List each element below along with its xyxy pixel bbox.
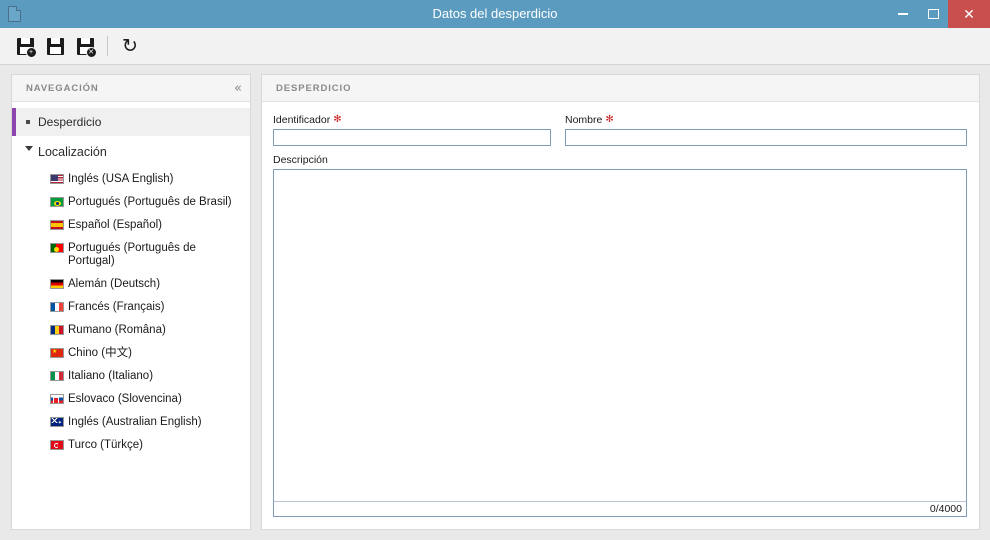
- minimize-button[interactable]: [888, 0, 918, 28]
- language-label: Eslovaco (Slovencina): [68, 393, 182, 405]
- navigation-sidebar: NAVEGACIÓN « Desperdicio Localización In…: [11, 74, 251, 530]
- nombre-label-text: Nombre: [565, 114, 603, 126]
- descripcion-field-group: Descripción 0/4000: [273, 154, 967, 517]
- identificador-label: Identificador ✻: [273, 114, 551, 126]
- content-panel: DESPERDICIO Identificador ✻ Nombre ✻ Des…: [261, 74, 980, 530]
- floppy-disk-icon: [46, 37, 64, 55]
- window-controls: ✕: [888, 0, 990, 28]
- language-label: Italiano (Italiano): [68, 370, 154, 382]
- sidebar-item-language[interactable]: Italiano (Italiano): [12, 365, 250, 388]
- language-list: Inglés (USA English) Portugués (Portuguê…: [12, 168, 250, 457]
- flag-icon-turkey: [50, 440, 64, 450]
- sidebar-group-localizacion[interactable]: Localización: [12, 136, 250, 168]
- sidebar-title: NAVEGACIÓN: [26, 82, 99, 94]
- maximize-button[interactable]: [918, 0, 948, 28]
- maximize-icon: [927, 9, 939, 19]
- flag-icon-usa: [50, 174, 64, 184]
- required-marker-icon: ✻: [333, 114, 342, 125]
- nombre-field-group: Nombre ✻: [565, 114, 967, 146]
- sidebar-item-language[interactable]: Portugués (Português de Portugal): [12, 237, 250, 273]
- content-panel-title: DESPERDICIO: [276, 82, 352, 94]
- sidebar-item-desperdicio[interactable]: Desperdicio: [12, 108, 250, 136]
- language-label: Turco (Türkçe): [68, 439, 143, 451]
- nombre-input[interactable]: [565, 129, 967, 146]
- application-window: Datos del desperdicio ✕ + ✕ ↻ NAVEGACIÓN…: [0, 0, 990, 540]
- toolbar-separator: [107, 36, 108, 56]
- sidebar-item-language[interactable]: Turco (Türkçe): [12, 434, 250, 457]
- language-label: Chino (中文): [68, 347, 132, 359]
- language-label: Inglés (USA English): [68, 173, 174, 185]
- language-label: Español (Español): [68, 219, 162, 231]
- sidebar-item-language[interactable]: Inglés (Australian English): [12, 411, 250, 434]
- descripcion-input-wrapper: 0/4000: [273, 169, 967, 517]
- window-document-icon: [0, 0, 28, 28]
- sidebar-item-label: Desperdicio: [38, 115, 102, 129]
- content-panel-header: DESPERDICIO: [262, 75, 979, 102]
- character-counter: 0/4000: [274, 501, 966, 516]
- save-button[interactable]: [41, 32, 69, 60]
- language-label: Inglés (Australian English): [68, 416, 202, 428]
- refresh-icon: ↻: [122, 34, 138, 57]
- flag-icon-slovakia: [50, 394, 64, 404]
- language-label: Portugués (Português de Portugal): [68, 242, 196, 267]
- sidebar-item-language[interactable]: Chino (中文): [12, 342, 250, 365]
- sidebar-item-language[interactable]: Español (Español): [12, 214, 250, 237]
- flag-icon-romania: [50, 325, 64, 335]
- refresh-button[interactable]: ↻: [116, 32, 144, 60]
- sidebar-item-language[interactable]: Eslovaco (Slovencina): [12, 388, 250, 411]
- flag-icon-germany: [50, 279, 64, 289]
- flag-icon-china: [50, 348, 64, 358]
- minimize-icon: [898, 13, 908, 15]
- close-icon: ✕: [963, 5, 975, 22]
- language-label: Portugués (Português de Brasil): [68, 196, 232, 208]
- floppy-disk-icon: ✕: [76, 37, 97, 58]
- flag-icon-australia: [50, 417, 64, 427]
- toolbar: + ✕ ↻: [0, 28, 990, 65]
- floppy-disk-icon: +: [16, 37, 37, 58]
- sidebar-group-label: Localización: [38, 145, 107, 159]
- flag-icon-spain: [50, 220, 64, 230]
- nombre-label: Nombre ✻: [565, 114, 967, 126]
- flag-icon-france: [50, 302, 64, 312]
- flag-icon-italy: [50, 371, 64, 381]
- descripcion-label-text: Descripción: [273, 154, 328, 166]
- descripcion-textarea[interactable]: [274, 170, 966, 501]
- required-marker-icon: ✻: [605, 114, 614, 125]
- window-title: Datos del desperdicio: [432, 6, 558, 21]
- descripcion-label: Descripción: [273, 154, 967, 166]
- identificador-input[interactable]: [273, 129, 551, 146]
- window-body: NAVEGACIÓN « Desperdicio Localización In…: [0, 65, 990, 540]
- sidebar-item-language[interactable]: Inglés (USA English): [12, 168, 250, 191]
- close-badge-icon: ✕: [85, 46, 97, 58]
- language-label: Alemán (Deutsch): [68, 278, 161, 290]
- sidebar-item-language[interactable]: Alemán (Deutsch): [12, 273, 250, 296]
- save-and-close-button[interactable]: ✕: [71, 32, 99, 60]
- identificador-field-group: Identificador ✻: [273, 114, 551, 146]
- sidebar-tree: Desperdicio Localización Inglés (USA Eng…: [12, 102, 250, 529]
- close-button[interactable]: ✕: [948, 0, 990, 28]
- flag-icon-brazil: [50, 197, 64, 207]
- chevron-down-icon: [25, 146, 33, 151]
- collapse-sidebar-icon[interactable]: «: [234, 82, 242, 95]
- language-label: Francés (Français): [68, 301, 165, 313]
- bullet-icon: [26, 120, 30, 124]
- language-label: Rumano (Româna): [68, 324, 166, 336]
- save-and-new-button[interactable]: +: [11, 32, 39, 60]
- sidebar-item-language[interactable]: Rumano (Româna): [12, 319, 250, 342]
- identificador-label-text: Identificador: [273, 114, 331, 126]
- desperdicio-form: Identificador ✻ Nombre ✻ Descripción 0/4…: [262, 102, 979, 529]
- flag-icon-portugal: [50, 243, 64, 253]
- title-bar: Datos del desperdicio ✕: [0, 0, 990, 28]
- sidebar-header: NAVEGACIÓN «: [12, 75, 250, 102]
- add-badge-icon: +: [25, 46, 37, 58]
- sidebar-item-language[interactable]: Portugués (Português de Brasil): [12, 191, 250, 214]
- form-row-top: Identificador ✻ Nombre ✻: [273, 114, 967, 146]
- sidebar-item-language[interactable]: Francés (Français): [12, 296, 250, 319]
